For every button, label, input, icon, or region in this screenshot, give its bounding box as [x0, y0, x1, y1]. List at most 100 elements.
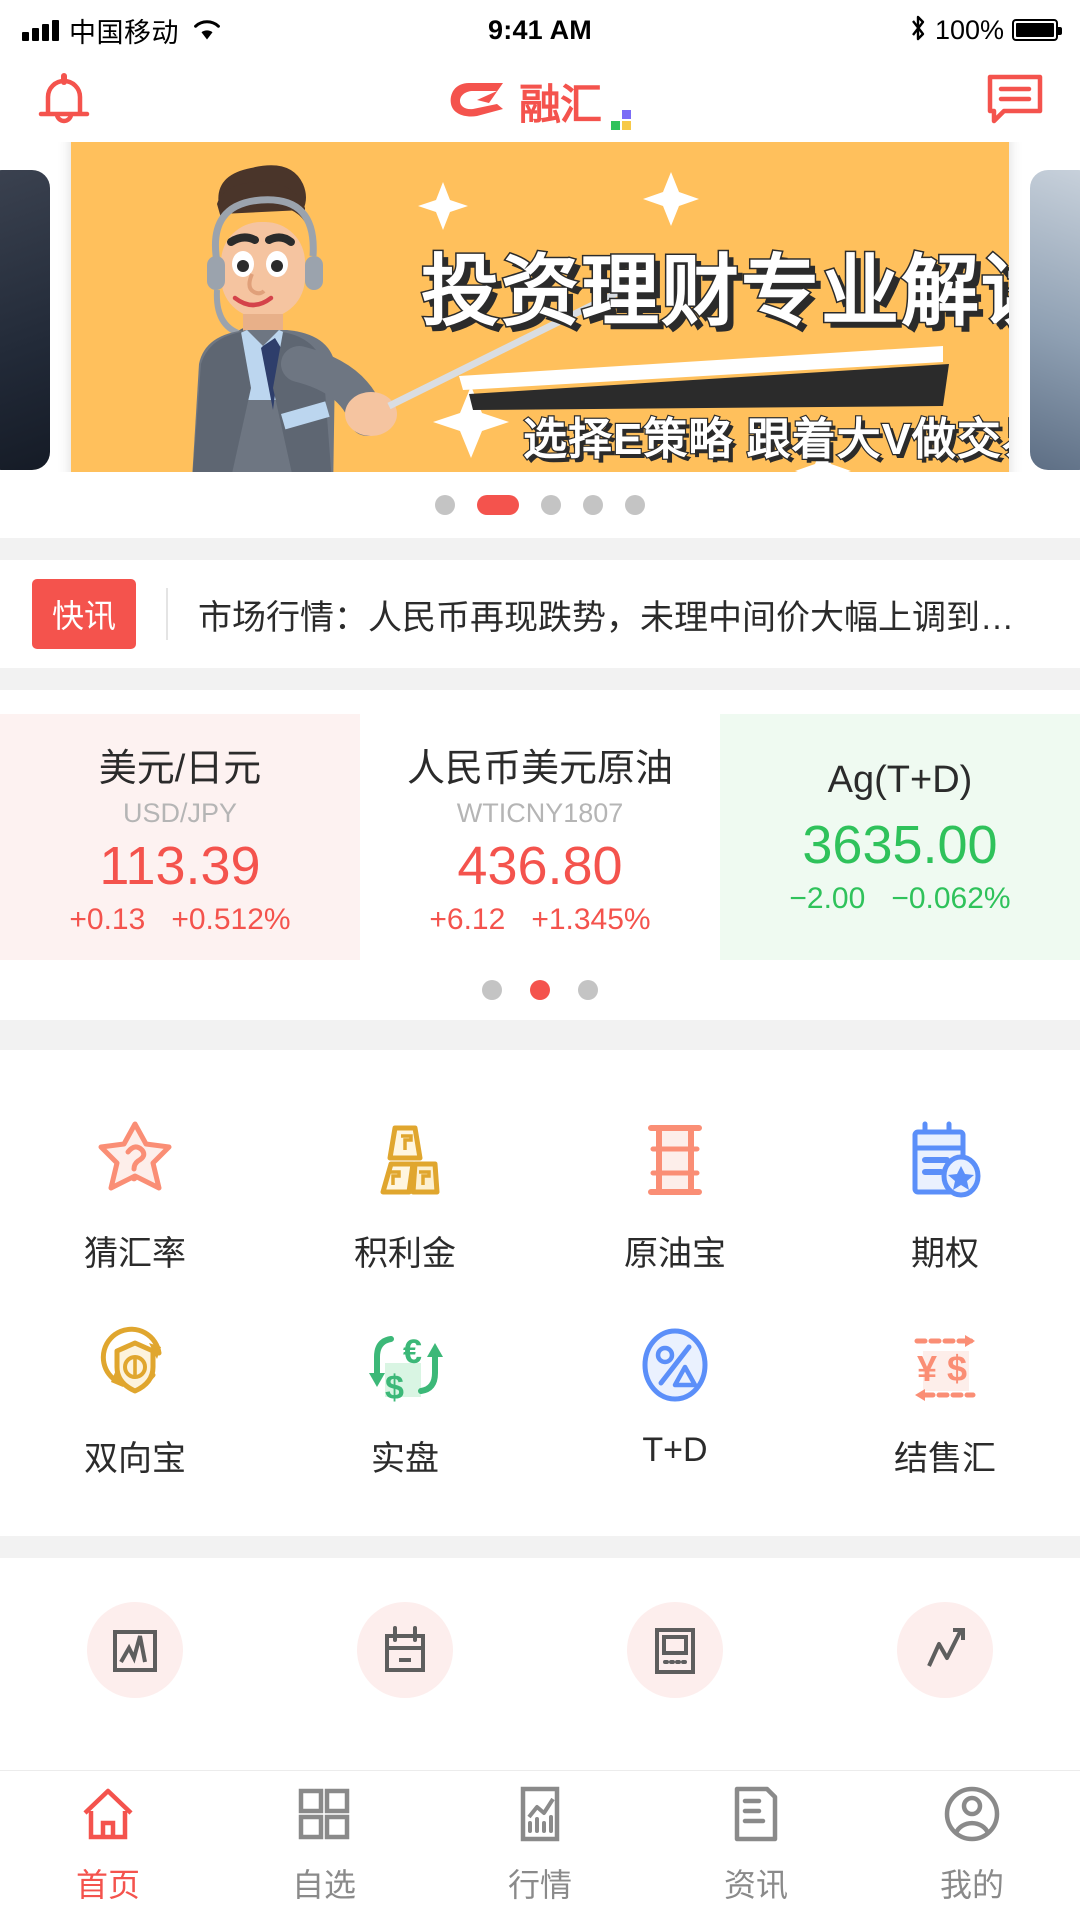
yen-dollar-icon: ¥ $	[899, 1319, 991, 1411]
svg-text:选择E策略 跟着大V做交易: 选择E策略 跟着大V做交易	[523, 415, 1009, 464]
status-bar-right: 100%	[909, 14, 1062, 47]
feature-label: 双向宝	[84, 1440, 186, 1478]
feature-label: 结售汇	[894, 1440, 996, 1478]
feature-item-two-way[interactable]: 双向宝	[0, 1301, 270, 1506]
quote-percent: −0.062%	[891, 881, 1011, 915]
home-icon	[77, 1785, 139, 1848]
svg-text:投资理财专业解读: 投资理财专业解读	[421, 247, 1009, 335]
partial-item[interactable]	[540, 1602, 810, 1698]
section-divider	[0, 1020, 1080, 1050]
feature-item-tplusd[interactable]: T+D	[540, 1301, 810, 1506]
quote-dot-active[interactable]	[530, 980, 550, 1000]
banner-dot-active[interactable]	[477, 495, 519, 515]
banner-dot[interactable]	[541, 495, 561, 515]
shield-dollar-icon	[89, 1319, 181, 1411]
feature-label: 积利金	[354, 1235, 456, 1273]
svg-text:$: $	[385, 1369, 404, 1407]
percent-circle-icon	[629, 1319, 721, 1411]
quote-code: WTICNY1807	[456, 798, 624, 828]
news-icon	[727, 1785, 785, 1848]
banner-peek-left[interactable]	[0, 170, 50, 470]
feature-item-spot[interactable]: € $ 实盘	[270, 1301, 540, 1506]
quote-percent: +0.512%	[171, 903, 291, 936]
quote-price: 3635.00	[802, 814, 998, 875]
feature-item-options[interactable]: 期权	[810, 1096, 1080, 1301]
feature-label: 猜汇率	[84, 1235, 186, 1273]
quote-name: 人民币美元原油	[406, 748, 673, 790]
tab-news[interactable]: 资讯	[648, 1771, 864, 1920]
feature-item-crude-oil[interactable]: 原油宝	[540, 1096, 810, 1301]
section-divider	[0, 1536, 1080, 1558]
feature-item-gold-accrual[interactable]: 积利金	[270, 1096, 540, 1301]
tab-label: 首页	[75, 1867, 140, 1903]
banner-pagination[interactable]	[0, 472, 1080, 538]
banner-dot[interactable]	[625, 495, 645, 515]
tab-label: 行情	[507, 1867, 572, 1903]
news-separator	[166, 588, 169, 640]
quote-dot[interactable]	[482, 980, 502, 1000]
tab-home[interactable]: 首页	[0, 1771, 216, 1920]
news-badge: 快讯	[32, 579, 137, 649]
oil-barrel-icon	[629, 1114, 721, 1206]
quote-percent: +1.345%	[531, 903, 651, 936]
banner-dot[interactable]	[583, 495, 603, 515]
bell-icon[interactable]	[34, 68, 94, 135]
section-divider	[0, 668, 1080, 690]
monitor-icon	[627, 1602, 723, 1698]
feature-item-guess-rate[interactable]: 猜汇率	[0, 1096, 270, 1301]
tab-market[interactable]: 行情	[432, 1771, 648, 1920]
battery-icon	[1012, 19, 1062, 41]
feature-row-3-partial	[0, 1558, 1080, 1770]
logo-dots-icon	[611, 109, 631, 130]
tab-profile[interactable]: 我的	[864, 1771, 1080, 1920]
trend-line-icon	[897, 1602, 993, 1698]
banner-carousel[interactable]: 投资理财专业解读 投资理财专业解读 选择E策略 跟着大V做交易 选择E策略 跟着…	[0, 142, 1080, 472]
status-bar: 中国移动 9:41 AM 100%	[0, 0, 1080, 60]
quote-code: USD/JPY	[122, 798, 238, 828]
feature-label: T+D	[642, 1431, 708, 1469]
quote-dot[interactable]	[578, 980, 598, 1000]
person-icon	[943, 1785, 1001, 1848]
quote-card[interactable]: Ag(T+D) 3635.00 −2.00 −0.062%	[720, 714, 1080, 960]
quote-change: +6.12	[429, 903, 506, 936]
banner-dot[interactable]	[435, 495, 455, 515]
quote-pagination[interactable]	[0, 960, 1080, 1020]
quote-card[interactable]: 人民币美元原油 WTICNY1807 436.80 +6.12 +1.345%	[360, 714, 720, 960]
svg-text:¥: ¥	[917, 1348, 937, 1389]
quote-change-group: −2.00 −0.062%	[789, 882, 1010, 916]
logo-e-mark-icon	[447, 76, 509, 127]
quote-name: 美元/日元	[98, 748, 262, 790]
tab-label: 自选	[291, 1867, 356, 1903]
grid-icon	[295, 1785, 353, 1848]
gold-bars-icon	[359, 1114, 451, 1206]
chat-bubble-icon[interactable]	[984, 71, 1046, 132]
partial-item[interactable]	[270, 1602, 540, 1698]
feature-label: 期权	[911, 1235, 979, 1273]
feature-row-1: 猜汇率 积利金 原油宝 期权	[0, 1096, 1080, 1301]
news-ticker[interactable]: 快讯 市场行情：人民币再现跌势，未理中间价大幅上调到…	[0, 560, 1080, 668]
battery-percent-label: 100%	[934, 14, 1004, 45]
market-chart-icon	[511, 1785, 569, 1848]
partial-row	[0, 1558, 1080, 1698]
calendar-icon	[357, 1602, 453, 1698]
feature-label: 实盘	[371, 1440, 439, 1478]
quote-card[interactable]: 美元/日元 USD/JPY 113.39 +0.13 +0.512%	[0, 714, 360, 960]
tab-watchlist[interactable]: 自选	[216, 1771, 432, 1920]
banner-slide-active[interactable]: 投资理财专业解读 投资理财专业解读 选择E策略 跟着大V做交易 选择E策略 跟着…	[71, 142, 1009, 472]
quote-change-group: +0.13 +0.512%	[69, 903, 290, 937]
star-question-icon	[89, 1114, 181, 1206]
svg-text:€: €	[403, 1333, 422, 1371]
chart-frame-icon	[87, 1602, 183, 1698]
quote-carousel[interactable]: 美元/日元 USD/JPY 113.39 +0.13 +0.512% 人民币美元…	[0, 690, 1080, 960]
partial-item[interactable]	[0, 1602, 270, 1698]
feature-grid: 猜汇率 积利金 原油宝 期权 双向宝 € $ 实盘 T+D ¥ $ 结售汇	[0, 1050, 1080, 1536]
app-logo: 融汇	[447, 71, 631, 132]
banner-peek-right[interactable]	[1030, 170, 1080, 470]
tab-label: 我的	[939, 1867, 1004, 1903]
quote-price: 113.39	[99, 836, 261, 896]
bottom-tab-bar: 首页 自选 行情 资讯 我的	[0, 1770, 1080, 1920]
feature-row-2: 双向宝 € $ 实盘 T+D ¥ $ 结售汇	[0, 1301, 1080, 1506]
feature-item-fx-settlement[interactable]: ¥ $ 结售汇	[810, 1301, 1080, 1506]
news-headline[interactable]: 市场行情：人民币再现跌势，未理中间价大幅上调到…	[198, 590, 1014, 639]
partial-item[interactable]	[810, 1602, 1080, 1698]
